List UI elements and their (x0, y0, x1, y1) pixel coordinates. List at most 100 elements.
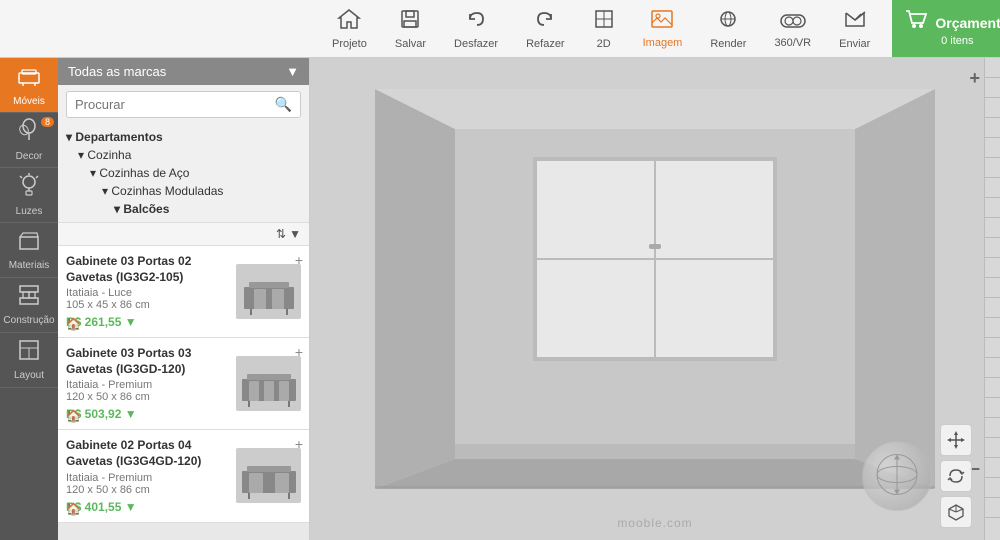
sidebar-item-layout[interactable]: Layout (0, 333, 58, 388)
product-add-btn-2[interactable]: + (295, 436, 303, 452)
toolbar-2d-label: 2D (597, 38, 611, 50)
materiais-label: Materiais (9, 260, 50, 271)
ruler-tick-4 (985, 118, 1000, 138)
sidebar-item-construcao[interactable]: Construção (0, 278, 58, 333)
cart-button[interactable]: Orçamento 0 itens (892, 0, 1000, 57)
zoom-in-button[interactable]: + (969, 68, 980, 89)
toolbar-render-label: Render (710, 38, 746, 50)
cat-cozinhas-moduladas[interactable]: ▾ Cozinhas Moduladas (66, 182, 301, 200)
toolbar-render[interactable]: Render (698, 4, 758, 54)
ruler-tick-19 (985, 418, 1000, 438)
watermark: mooble.com (617, 516, 692, 530)
product-img-2 (236, 448, 301, 503)
toolbar-enviar[interactable]: Enviar (827, 4, 882, 54)
product-dims-1: 120 x 50 x 86 cm (66, 391, 230, 403)
product-card-2[interactable]: Gabinete 02 Portas 04 Gavetas (IG3G4GD-1… (58, 430, 309, 522)
product-fav-btn-2[interactable]: 🏠 (66, 502, 81, 516)
product-img-0 (236, 264, 301, 319)
ruler-tick-16 (985, 358, 1000, 378)
render-icon (717, 8, 739, 36)
sort-label: ▼ (289, 227, 301, 241)
construcao-icon (18, 284, 40, 312)
sidebar: Móveis Decor 8 Luzes (0, 58, 310, 540)
ruler-tick-20 (985, 438, 1000, 458)
2d-icon (593, 8, 615, 36)
toolbar-desfazer[interactable]: Desfazer (442, 4, 510, 54)
cart-label: Orçamento (935, 15, 1000, 31)
enviar-icon (843, 8, 867, 36)
product-info-0: Gabinete 03 Portas 02 Gavetas (IG3G2-105… (66, 254, 230, 329)
ruler-tick-3 (985, 98, 1000, 118)
luzes-icon (19, 173, 39, 203)
sidebar-wrapper: Móveis Decor 8 Luzes (0, 58, 309, 540)
product-name-0: Gabinete 03 Portas 02 Gavetas (IG3G2-105… (66, 254, 230, 285)
cart-icon (905, 10, 927, 35)
sidebar-item-moveis[interactable]: Móveis (0, 58, 58, 113)
moveis-icon (17, 63, 41, 93)
ruler-tick-17 (985, 378, 1000, 398)
salvar-icon (399, 8, 421, 36)
decor-icon (18, 118, 40, 148)
cat-departamentos[interactable]: ▾ Departamentos (66, 128, 301, 146)
move-icon[interactable] (940, 424, 972, 456)
sidebar-item-decor[interactable]: Decor 8 (0, 113, 58, 168)
layout-label: Layout (14, 370, 44, 381)
main-content: Móveis Decor 8 Luzes (0, 58, 1000, 540)
product-brand-2: Itatiaia - Premium (66, 472, 230, 484)
ruler-tick-9 (985, 218, 1000, 238)
viewport-controls (862, 424, 972, 528)
product-name-1: Gabinete 03 Portas 03 Gavetas (IG3GD-120… (66, 346, 230, 377)
ruler-tick-5 (985, 138, 1000, 158)
brand-dropdown[interactable]: Todas as marcas ▼ (58, 58, 309, 85)
cube-icon[interactable] (940, 496, 972, 528)
ruler-tick-8 (985, 198, 1000, 218)
orbit-sphere[interactable] (862, 441, 932, 511)
toolbar-imagem[interactable]: Imagem (631, 5, 695, 53)
product-price-0: R$ 261,55 ▼ (66, 315, 230, 329)
sidebar-item-materiais[interactable]: Materiais (0, 223, 58, 278)
viewport: mooble.com + − (310, 58, 1000, 540)
sort-button[interactable]: ⇅ ▼ (276, 227, 301, 241)
product-add-btn-0[interactable]: + (295, 252, 303, 268)
toolbar-projeto-label: Projeto (332, 38, 367, 50)
product-price-1: R$ 503,92 ▼ (66, 407, 230, 421)
360vr-icon (780, 9, 806, 35)
rotate-icon[interactable] (940, 460, 972, 492)
product-fav-btn-1[interactable]: 🏠 (66, 409, 81, 423)
toolbar-360vr[interactable]: 360/VR (762, 5, 823, 53)
search-box: 🔍 (66, 91, 301, 118)
ruler-tick-22 (985, 478, 1000, 498)
product-card-0[interactable]: Gabinete 03 Portas 02 Gavetas (IG3G2-105… (58, 246, 309, 338)
toolbar-projeto[interactable]: Projeto (320, 4, 379, 54)
desfazer-icon (465, 8, 487, 36)
toolbar-2d[interactable]: 2D (581, 4, 627, 54)
toolbar-refazer[interactable]: Refazer (514, 4, 577, 54)
product-info-1: Gabinete 03 Portas 03 Gavetas (IG3GD-120… (66, 346, 230, 421)
cat-cozinha[interactable]: ▾ Cozinha (66, 146, 301, 164)
ruler-tick-10 (985, 238, 1000, 258)
sidebar-item-luzes[interactable]: Luzes (0, 168, 58, 223)
search-input[interactable] (75, 97, 275, 112)
product-list: Gabinete 03 Portas 02 Gavetas (IG3G2-105… (58, 246, 309, 540)
moveis-label: Móveis (13, 96, 45, 107)
cat-balcoes[interactable]: ▾ Balcões (66, 200, 301, 218)
sort-icon: ⇅ (276, 227, 286, 241)
product-add-btn-1[interactable]: + (295, 344, 303, 360)
toolbar-360vr-label: 360/VR (774, 37, 811, 49)
toolbar-salvar[interactable]: Salvar (383, 4, 438, 54)
product-card-1[interactable]: Gabinete 03 Portas 03 Gavetas (IG3GD-120… (58, 338, 309, 430)
category-tree: ▾ Departamentos ▾ Cozinha ▾ Cozinhas de … (58, 124, 309, 222)
product-price-2: R$ 401,55 ▼ (66, 500, 230, 514)
ruler-tick-11 (985, 258, 1000, 278)
toolbar: Projeto Salvar Desfazer Refazer 2D (0, 0, 1000, 58)
toolbar-salvar-label: Salvar (395, 38, 426, 50)
product-fav-btn-0[interactable]: 🏠 (66, 317, 81, 331)
ruler-tick-6 (985, 158, 1000, 178)
ruler-tick-7 (985, 178, 1000, 198)
cat-cozinhas-aco[interactable]: ▾ Cozinhas de Aço (66, 164, 301, 182)
toolbar-center: Projeto Salvar Desfazer Refazer 2D (310, 0, 892, 57)
ruler-tick-2 (985, 78, 1000, 98)
filter-panel: Todas as marcas ▼ 🔍 ▾ Departamentos ▾ Co… (58, 58, 309, 540)
nav-panel: Móveis Decor 8 Luzes (0, 58, 58, 540)
product-dims-0: 105 x 45 x 86 cm (66, 299, 230, 311)
